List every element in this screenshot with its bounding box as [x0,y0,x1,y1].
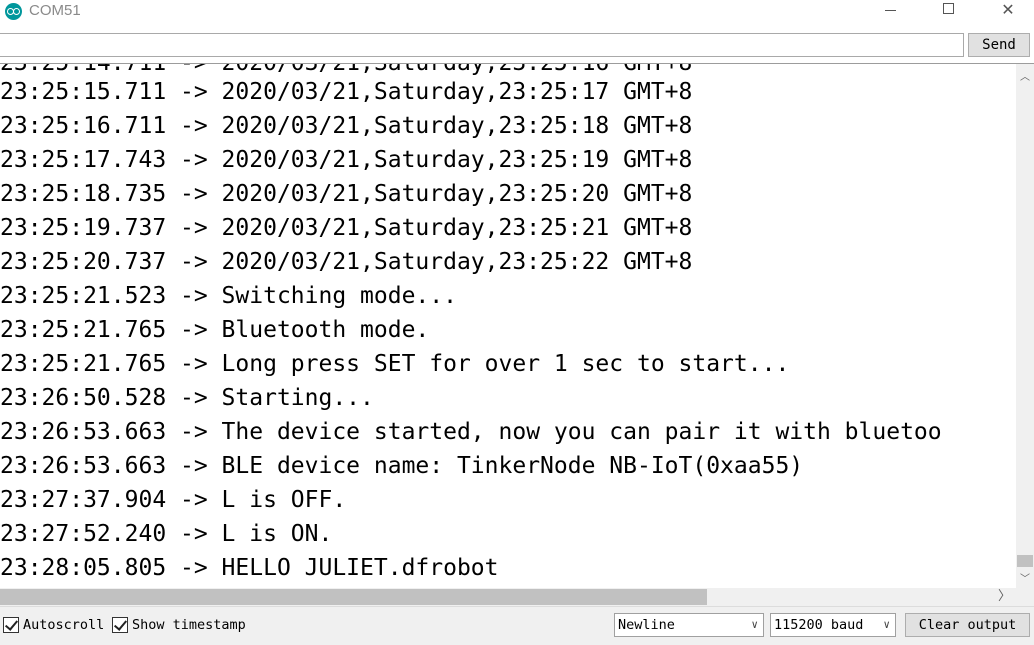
output-line: 23:25:18.735 -> 2020/03/21,Saturday,23:2… [0,181,693,207]
output-line: 23:25:21.765 -> Long press SET for over … [0,351,790,377]
baud-rate-select[interactable]: 115200 baud ∨ [770,613,896,637]
serial-send-input[interactable] [0,33,964,57]
send-button[interactable]: Send [968,33,1030,57]
output-line: 23:25:17.743 -> 2020/03/21,Saturday,23:2… [0,147,693,173]
serial-output[interactable]: 23:25:14.711 -> 2020/03/21,Saturday,23:2… [0,64,1016,588]
chevron-down-icon: ∨ [883,618,890,631]
output-line: 23:27:52.240 -> L is ON. [0,521,333,547]
vertical-scrollbar[interactable]: ︿ ﹀ [1016,64,1034,588]
close-icon: ✕ [1001,0,1015,19]
horizontal-scrollbar[interactable]: 〉 [0,588,1016,606]
show-timestamp-label: Show timestamp [132,617,246,633]
scroll-right-icon[interactable]: 〉 [998,588,1011,606]
vertical-scroll-thumb[interactable] [1017,555,1033,567]
output-line: 23:26:53.663 -> The device started, now … [0,419,942,445]
scroll-up-icon[interactable]: ︿ [1020,68,1030,83]
clear-output-button[interactable]: Clear output [905,613,1030,637]
output-line: 23:25:20.737 -> 2020/03/21,Saturday,23:2… [0,249,693,275]
line-ending-value: Newline [618,617,675,633]
output-line: 23:26:53.663 -> BLE device name: TinkerN… [0,453,804,479]
minimize-button[interactable] [868,0,914,22]
output-line: 23:25:15.711 -> 2020/03/21,Saturday,23:2… [0,79,693,105]
output-line: 23:25:16.711 -> 2020/03/21,Saturday,23:2… [0,113,693,139]
scrollbar-corner [1016,588,1034,606]
autoscroll-checkbox[interactable]: Autoscroll [3,617,105,634]
maximize-button[interactable] [926,0,972,22]
maximize-icon [943,3,954,14]
scroll-down-icon[interactable]: ﹀ [1020,570,1030,585]
output-line: 23:27:37.904 -> L is OFF. [0,487,347,513]
horizontal-scroll-thumb[interactable] [0,589,707,605]
line-ending-select[interactable]: Newline ∨ [614,613,764,637]
checkbox-checked-icon[interactable] [112,617,128,633]
output-line: 23:28:05.805 -> HELLO JULIET.dfrobot [0,555,499,581]
autoscroll-label: Autoscroll [23,617,105,633]
output-line: 23:26:50.528 -> Starting... [0,385,374,411]
arduino-logo-icon [5,3,22,20]
window-title: COM51 [29,2,81,19]
show-timestamp-checkbox[interactable]: Show timestamp [112,617,247,634]
output-line: 23:25:21.523 -> Switching mode... [0,283,457,309]
chevron-down-icon: ∨ [751,618,758,631]
baud-rate-value: 115200 baud [774,617,864,633]
output-line: 23:25:21.765 -> Bluetooth mode. [0,317,430,343]
checkbox-checked-icon[interactable] [3,617,19,633]
title-bar: COM51 ✕ [0,0,1034,30]
close-button[interactable]: ✕ [985,0,1031,22]
minimize-icon [885,10,896,11]
output-line: 23:25:19.737 -> 2020/03/21,Saturday,23:2… [0,215,693,241]
